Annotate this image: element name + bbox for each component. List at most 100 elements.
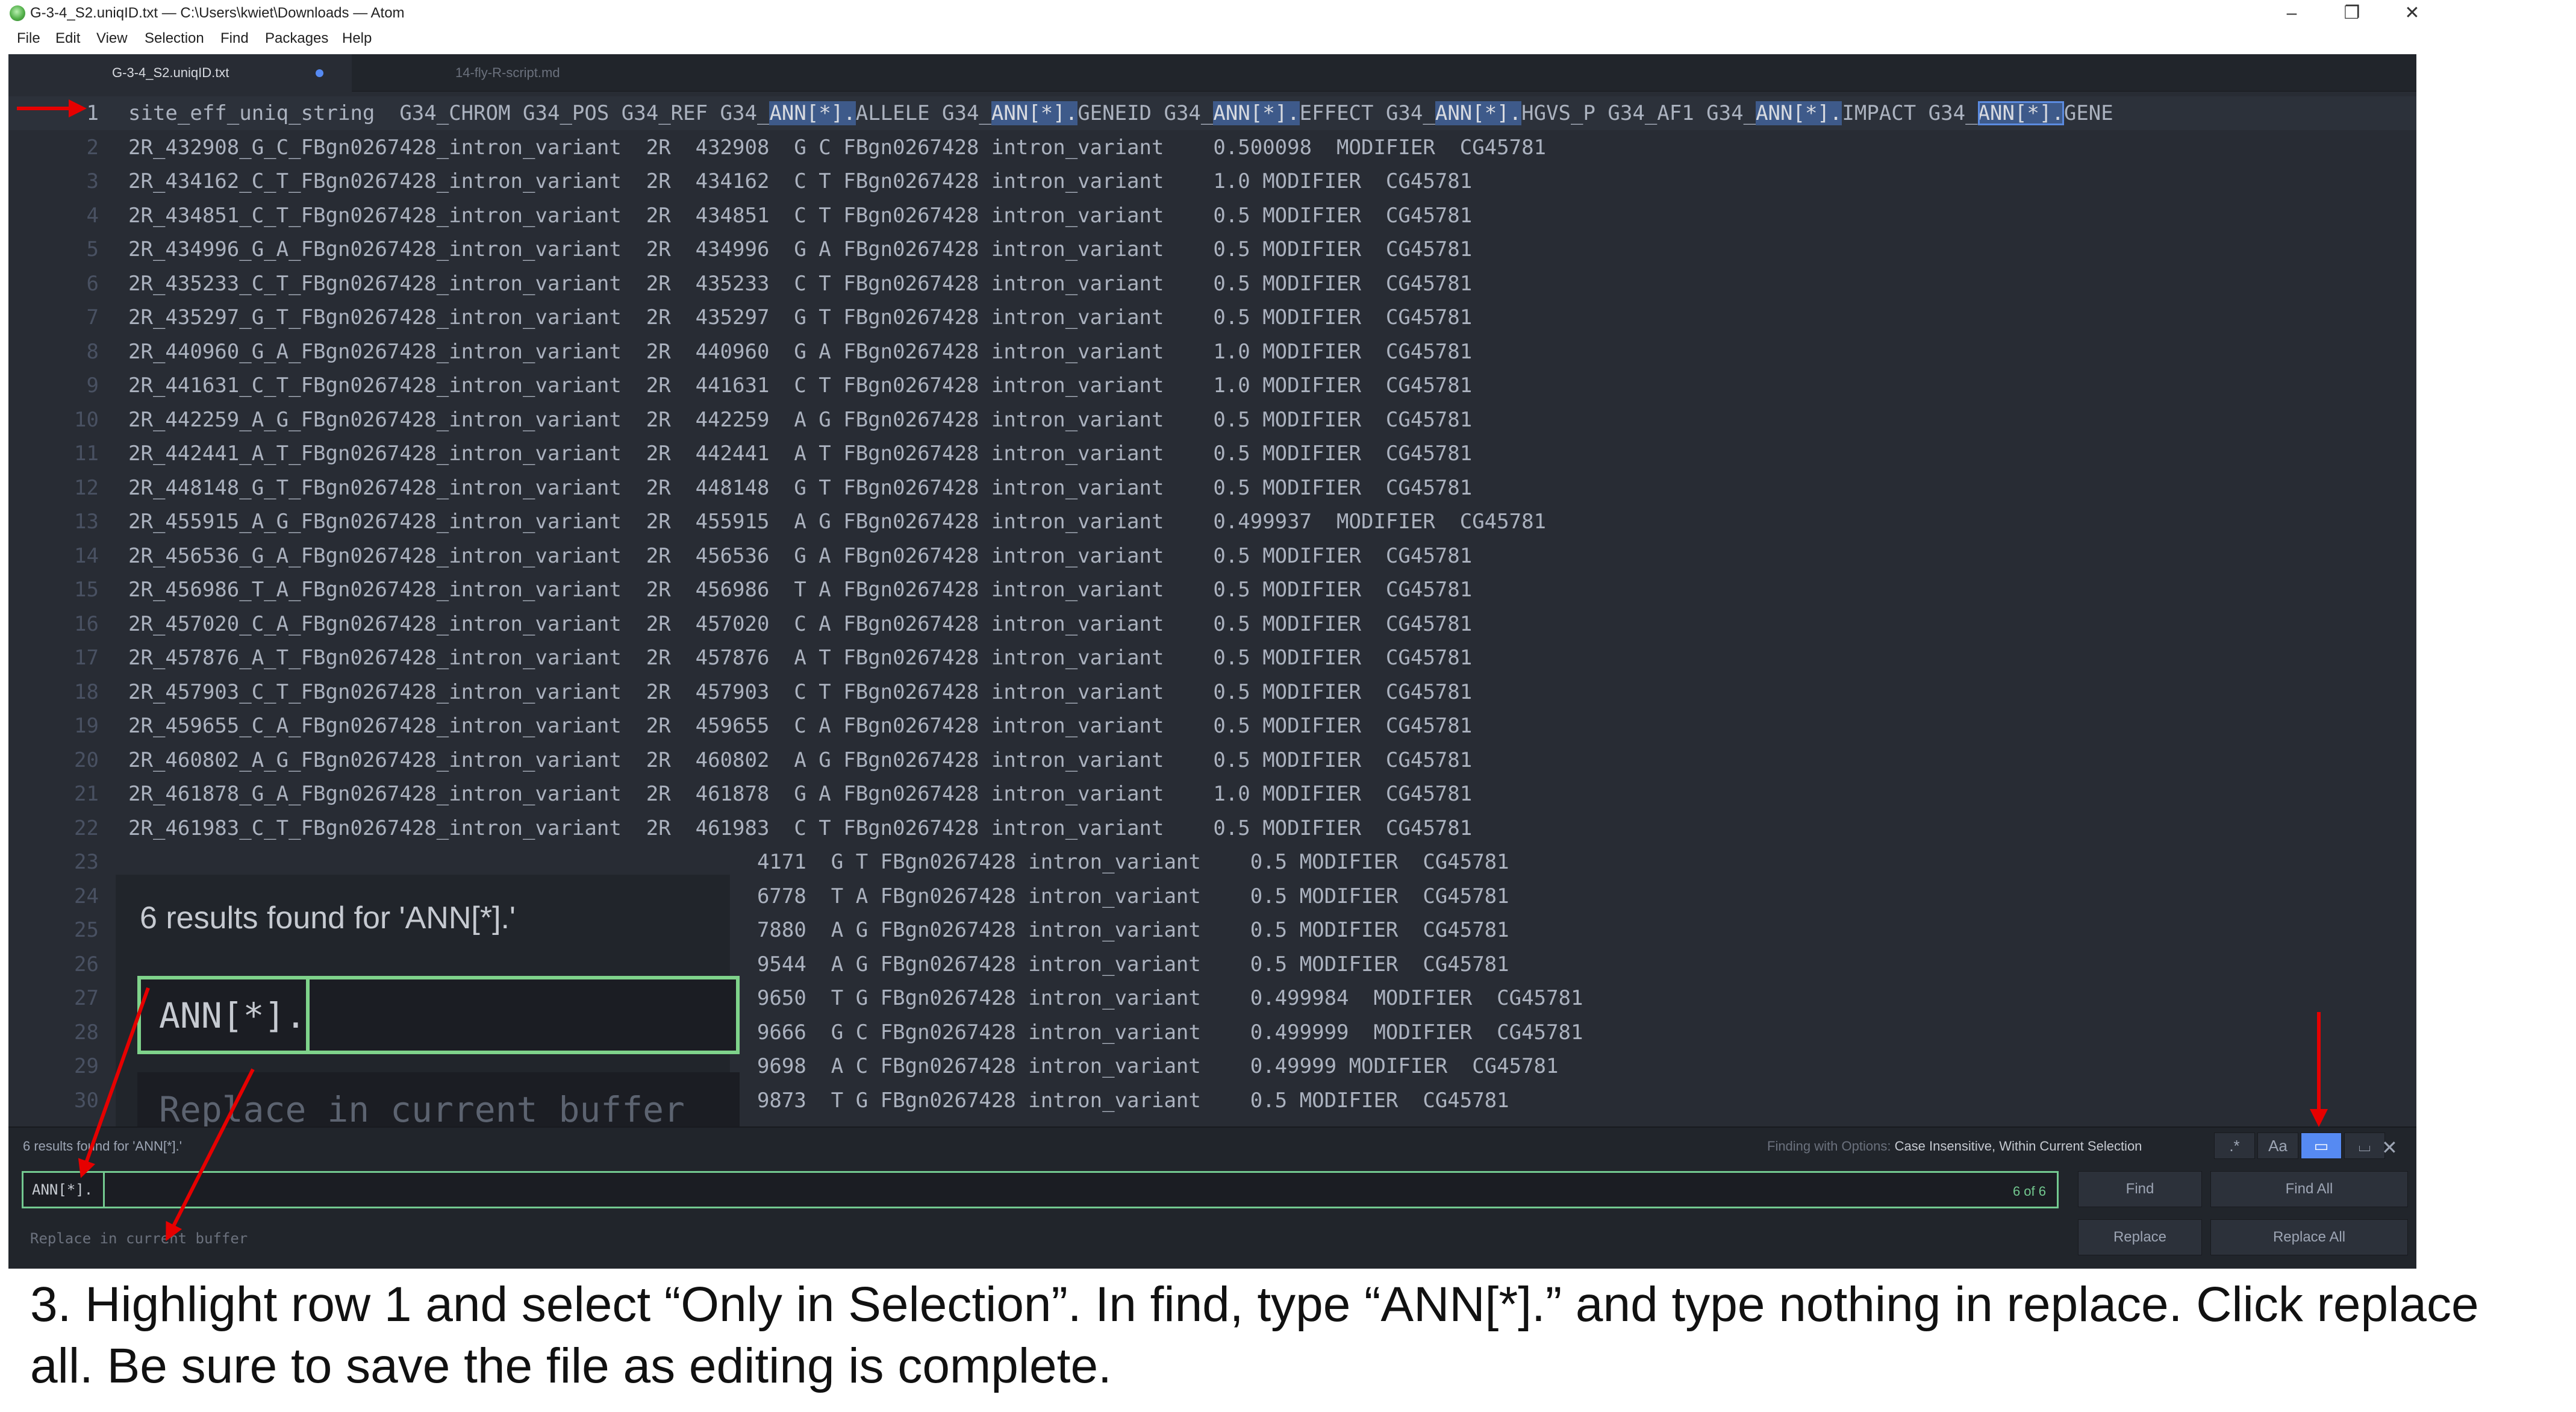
line-number: 7 (86, 305, 99, 330)
editor-window: G-3-4_S2.uniqID.txt 14-fly-R-script.md 1… (8, 54, 2416, 1269)
code-line[interactable]: 2 2R_432908_G_C_FBgn0267428_intron_varian… (8, 131, 2416, 164)
code-line[interactable]: 4 2R_434851_C_T_FBgn0267428_intron_varian… (8, 199, 2416, 233)
menu-file[interactable]: File (17, 30, 40, 47)
menu-edit[interactable]: Edit (55, 30, 80, 47)
only-in-selection-toggle-button[interactable]: ▭ (2301, 1132, 2342, 1159)
case-sensitive-icon: Aa (2268, 1137, 2288, 1155)
replace-all-button[interactable]: Replace All (2210, 1219, 2408, 1255)
tab-label: G-3-4_S2.uniqID.txt (112, 65, 229, 80)
zoom-find-field: ANN[*]. (137, 976, 740, 1054)
search-match-highlight: ANN[*]. (769, 101, 856, 125)
line-text: 2R_461878_G_A_FBgn0267428_intron_variant… (128, 782, 1473, 806)
line-text: 2R_434996_G_A_FBgn0267428_intron_variant… (128, 237, 1473, 261)
line-text: 2R_435297_G_T_FBgn0267428_intron_variant… (128, 305, 1473, 330)
line-number: 2 (86, 136, 99, 160)
line-number: 26 (74, 952, 99, 976)
code-line[interactable]: 10 2R_442259_A_G_FBgn0267428_intron_varia… (8, 403, 2416, 437)
minimize-button[interactable]: – (2265, 0, 2319, 27)
code-line[interactable]: 21 2R_461878_G_A_FBgn0267428_intron_varia… (8, 777, 2416, 811)
tab-fly-r-script[interactable]: 14-fly-R-script.md (352, 54, 689, 92)
line-number: 23 (74, 850, 99, 874)
line-text: 2R_434851_C_T_FBgn0267428_intron_variant… (128, 204, 1473, 228)
line-text: 2R_457020_C_A_FBgn0267428_intron_variant… (128, 612, 1473, 636)
line-number: 30 (74, 1089, 99, 1113)
find-button[interactable]: Find (2078, 1171, 2202, 1207)
line-number: 3 (86, 169, 99, 193)
search-match-highlight: ANN[*]. (1213, 101, 1300, 125)
match-count: 6 of 6 (2012, 1184, 2046, 1199)
line-number: 5 (86, 237, 99, 261)
line-text: 2R_457876_A_T_FBgn0267428_intron_variant… (128, 646, 1473, 670)
line-number: 15 (74, 578, 99, 602)
replace-input[interactable]: Replace in current buffer (22, 1219, 2059, 1257)
line-text: 4171 G T FBgn0267428 intron_variant 0.5 … (128, 850, 1509, 874)
code-line[interactable]: 12 2R_448148_G_T_FBgn0267428_intron_varia… (8, 471, 2416, 505)
line-number: 17 (74, 646, 99, 670)
code-line[interactable]: 16 2R_457020_C_A_FBgn0267428_intron_varia… (8, 607, 2416, 641)
code-line[interactable]: 7 2R_435297_G_T_FBgn0267428_intron_varian… (8, 301, 2416, 334)
code-line[interactable]: 11 2R_442441_A_T_FBgn0267428_intron_varia… (8, 437, 2416, 470)
line-number: 16 (74, 612, 99, 636)
code-line[interactable]: 14 2R_456536_G_A_FBgn0267428_intron_varia… (8, 539, 2416, 573)
line-number: 25 (74, 918, 99, 942)
code-line[interactable]: 3 2R_434162_C_T_FBgn0267428_intron_varian… (8, 164, 2416, 198)
close-window-button[interactable]: ✕ (2385, 0, 2439, 27)
line-number: 6 (86, 272, 99, 296)
search-match-highlight: ANN[*]. (1977, 101, 2064, 125)
line-number: 18 (74, 680, 99, 704)
find-all-button[interactable]: Find All (2210, 1171, 2408, 1207)
title-bar: G-3-4_S2.uniqID.txt — C:\Users\kwiet\Dow… (0, 0, 2576, 27)
replace-button[interactable]: Replace (2078, 1219, 2202, 1255)
code-line[interactable]: 17 2R_457876_A_T_FBgn0267428_intron_varia… (8, 641, 2416, 675)
code-line[interactable]: 18 2R_457903_C_T_FBgn0267428_intron_varia… (8, 675, 2416, 709)
code-line[interactable]: 5 2R_434996_G_A_FBgn0267428_intron_varian… (8, 233, 2416, 266)
case-sensitive-toggle-button[interactable]: Aa (2257, 1132, 2298, 1159)
whole-word-icon: ⌴ (2358, 1137, 2371, 1155)
zoomed-find-callout: 6 results found for 'ANN[*].' ANN[*]. Re… (116, 875, 740, 1154)
line-text: 2R_456536_G_A_FBgn0267428_intron_variant… (128, 544, 1473, 568)
code-line[interactable]: 13 2R_455915_A_G_FBgn0267428_intron_varia… (8, 505, 2416, 539)
menu-packages[interactable]: Packages (265, 30, 328, 47)
menu-find[interactable]: Find (220, 30, 249, 47)
code-line[interactable]: 1 site_eff_uniq_string G34_CHROM G34_POS … (8, 96, 2416, 130)
code-line[interactable]: 15 2R_456986_T_A_FBgn0267428_intron_varia… (8, 573, 2416, 607)
instruction-caption: 3. Highlight row 1 and select “Only in S… (30, 1277, 2479, 1393)
atom-app-icon (10, 5, 25, 21)
code-line[interactable]: 22 2R_461983_C_T_FBgn0267428_intron_varia… (8, 811, 2416, 845)
restore-button[interactable]: ❐ (2325, 0, 2379, 27)
line-text: 2R_457903_C_T_FBgn0267428_intron_variant… (128, 680, 1473, 704)
regex-toggle-button[interactable]: .* (2214, 1132, 2255, 1159)
window-title: G-3-4_S2.uniqID.txt — C:\Users\kwiet\Dow… (30, 5, 405, 21)
find-options-description: Finding with Options: Case Insensitive, … (1767, 1139, 2142, 1154)
search-match-highlight: ANN[*]. (991, 101, 1078, 125)
menu-selection[interactable]: Selection (145, 30, 204, 47)
menu-help[interactable]: Help (342, 30, 372, 47)
zoom-text-caret (306, 979, 310, 1051)
zoom-find-value: ANN[*]. (159, 995, 307, 1036)
find-results-text: 6 results found for 'ANN[*].' (23, 1139, 182, 1154)
close-panel-icon[interactable]: ✕ (2381, 1136, 2398, 1159)
modified-indicator-icon[interactable] (316, 69, 323, 77)
line-number: 11 (74, 442, 99, 466)
code-line[interactable]: 6 2R_435233_C_T_FBgn0267428_intron_varian… (8, 267, 2416, 301)
line-text: 2R_448148_G_T_FBgn0267428_intron_variant… (128, 476, 1473, 500)
line-text: 2R_461983_C_T_FBgn0267428_intron_variant… (128, 816, 1473, 840)
code-line[interactable]: 23 4171 G T FBgn0267428 intron_variant 0… (8, 845, 2416, 879)
line-number: 29 (74, 1054, 99, 1078)
find-input[interactable]: ANN[*]. 6 of 6 (22, 1171, 2059, 1208)
line-number: 19 (74, 714, 99, 738)
tab-uniqid-txt[interactable]: G-3-4_S2.uniqID.txt (8, 54, 352, 92)
code-line[interactable]: 19 2R_459655_C_A_FBgn0267428_intron_varia… (8, 709, 2416, 743)
whole-word-toggle-button[interactable]: ⌴ (2344, 1132, 2385, 1159)
line-text: site_eff_uniq_string G34_CHROM G34_POS G… (128, 101, 2113, 125)
line-number: 20 (74, 748, 99, 772)
code-line[interactable]: 8 2R_440960_G_A_FBgn0267428_intron_varian… (8, 335, 2416, 369)
line-number: 10 (74, 408, 99, 432)
code-line[interactable]: 20 2R_460802_A_G_FBgn0267428_intron_varia… (8, 743, 2416, 777)
line-number: 8 (86, 340, 99, 364)
menu-view[interactable]: View (96, 30, 128, 47)
tab-bar: G-3-4_S2.uniqID.txt 14-fly-R-script.md (8, 54, 2416, 92)
code-line[interactable]: 9 2R_441631_C_T_FBgn0267428_intron_varian… (8, 369, 2416, 402)
line-text: 2R_440960_G_A_FBgn0267428_intron_variant… (128, 340, 1473, 364)
find-options-label: Finding with Options: (1767, 1139, 1891, 1154)
